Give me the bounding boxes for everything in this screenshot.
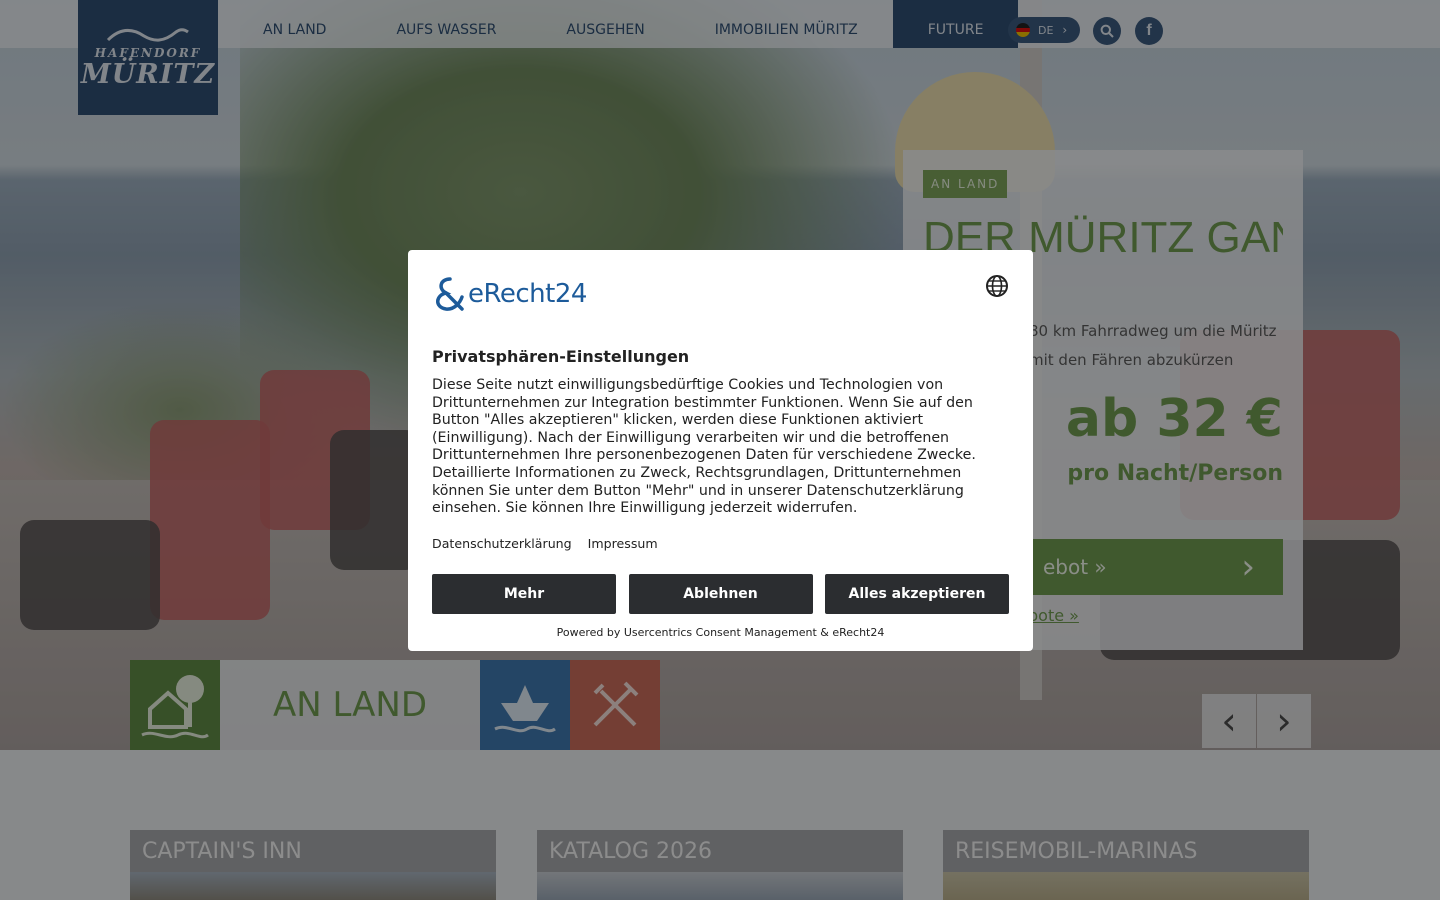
consent-brand-name: eRecht24 bbox=[468, 279, 587, 309]
consent-powered-by: Powered by Usercentrics Consent Manageme… bbox=[556, 625, 885, 639]
consent-dialog: eRecht24 Privatsphären-Einstellungen Die… bbox=[408, 250, 1033, 651]
consent-brand: eRecht24 bbox=[432, 274, 1009, 314]
consent-links: Datenschutzerklärung Impressum bbox=[432, 536, 1009, 551]
erecht24-logo-icon bbox=[436, 277, 464, 311]
more-button[interactable]: Mehr bbox=[432, 573, 616, 614]
imprint-link[interactable]: Impressum bbox=[588, 536, 658, 551]
globe-icon[interactable] bbox=[985, 274, 1009, 298]
consent-buttons: Mehr Ablehnen Alles akzeptieren bbox=[432, 573, 1009, 614]
privacy-policy-link[interactable]: Datenschutzerklärung bbox=[432, 536, 572, 551]
decline-button[interactable]: Ablehnen bbox=[628, 573, 813, 614]
accept-all-button[interactable]: Alles akzeptieren bbox=[825, 573, 1009, 614]
consent-heading: Privatsphären-Einstellungen bbox=[432, 347, 690, 366]
consent-body-text: Diese Seite nutzt einwilligungsbedürftig… bbox=[432, 377, 976, 517]
